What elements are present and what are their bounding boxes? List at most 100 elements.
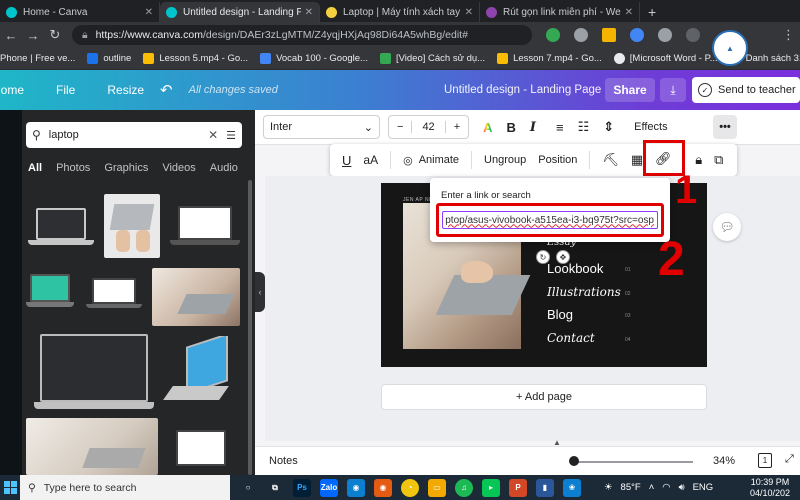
menu-item-blog[interactable]: Blog bbox=[547, 307, 573, 322]
collapse-panel-icon[interactable]: ‹ bbox=[255, 272, 265, 312]
tab-videos[interactable]: Videos bbox=[162, 162, 195, 174]
laptop-result-thumbnail[interactable] bbox=[26, 204, 96, 254]
powerpoint-icon[interactable]: P bbox=[509, 478, 527, 497]
tab-all[interactable]: All bbox=[28, 162, 42, 174]
more-options-button[interactable]: ••• bbox=[713, 115, 737, 139]
close-tab-icon[interactable]: ✕ bbox=[145, 7, 153, 18]
animate-button[interactable]: Animate bbox=[419, 154, 459, 166]
menu-item-contact[interactable]: Contact bbox=[547, 331, 595, 345]
back-icon[interactable]: ← bbox=[0, 28, 22, 43]
add-comment-icon[interactable]: 💬︎ bbox=[713, 213, 741, 241]
bookmark-item[interactable]: [Video] Cách sử dụ... bbox=[379, 53, 485, 64]
close-tab-icon[interactable]: ✕ bbox=[625, 7, 633, 18]
file-explorer-icon[interactable]: ▭ bbox=[428, 478, 446, 497]
new-tab-button[interactable]: + bbox=[640, 2, 664, 22]
duplicate-icon[interactable]: ⧉ bbox=[714, 152, 723, 168]
avatar[interactable]: ▲ bbox=[712, 30, 748, 66]
close-tab-icon[interactable]: ✕ bbox=[305, 7, 313, 18]
effects-button[interactable]: Effects bbox=[634, 121, 667, 133]
home-button[interactable]: Home bbox=[0, 83, 24, 97]
undo-icon[interactable]: ↶ bbox=[160, 81, 173, 99]
file-menu-button[interactable]: File bbox=[56, 83, 75, 97]
font-size-input[interactable]: 42 bbox=[411, 121, 446, 133]
laptop-result-thumbnail[interactable] bbox=[170, 202, 242, 254]
edge-icon[interactable]: ◉ bbox=[347, 478, 365, 497]
spacing-icon[interactable]: ⇕ bbox=[603, 119, 614, 135]
search-input[interactable]: ⚲ laptop ✕ ☰ bbox=[26, 122, 242, 148]
zoom-slider-handle[interactable] bbox=[569, 456, 579, 466]
puzzle-icon[interactable] bbox=[658, 28, 672, 42]
bookmark-item[interactable]: Vocab 100 - Google... bbox=[260, 53, 368, 64]
taskbar-search-input[interactable]: ⚲ Type here to search bbox=[20, 475, 230, 500]
decrease-size-button[interactable]: − bbox=[389, 121, 411, 133]
weather-temp[interactable]: 85°F bbox=[621, 482, 641, 493]
menu-item-illustrations[interactable]: Illustrations bbox=[547, 285, 621, 299]
browser-tab-home[interactable]: Home - Canva ✕ bbox=[0, 2, 160, 22]
extension-icon[interactable] bbox=[574, 28, 588, 42]
fullscreen-icon[interactable]: ⤢ bbox=[785, 453, 794, 466]
page-count-button[interactable]: 1 bbox=[758, 453, 772, 468]
close-tab-icon[interactable]: ✕ bbox=[465, 7, 473, 18]
zalo-icon[interactable]: Zalo bbox=[320, 478, 338, 497]
word-icon[interactable]: ▮ bbox=[536, 478, 554, 497]
laptop-photo-result-thumbnail[interactable] bbox=[152, 268, 240, 326]
letter-case-button[interactable]: aA bbox=[363, 153, 378, 167]
chrome-icon[interactable]: ◔ bbox=[401, 478, 419, 497]
panel-scrollbar[interactable] bbox=[248, 180, 252, 475]
extension-icon[interactable] bbox=[602, 28, 616, 42]
taskbar-clock[interactable]: 10:39 PM 04/10/202 bbox=[750, 477, 790, 499]
forward-icon[interactable]: → bbox=[22, 28, 44, 43]
italic-button[interactable]: I bbox=[530, 120, 536, 135]
bookmark-item[interactable]: Lesson 5.mp4 - Go... bbox=[143, 53, 248, 64]
bookmark-item[interactable]: Phone | Free ve... bbox=[0, 53, 75, 64]
bookmark-item[interactable]: outline bbox=[87, 53, 131, 64]
extension-icon[interactable] bbox=[630, 28, 644, 42]
lock-icon[interactable]: 🔒︎ bbox=[695, 152, 702, 168]
browser-tab-laptop[interactable]: Laptop | Máy tính xách tay mua ✕ bbox=[320, 2, 480, 22]
link-input[interactable]: ptop/asus-vivobook-a515ea-i3-bq975t?src=… bbox=[442, 211, 658, 229]
language-indicator[interactable]: ENG bbox=[693, 482, 714, 493]
text-color-icon[interactable]: A bbox=[483, 120, 492, 135]
volume-icon[interactable]: 🔊︎ bbox=[679, 482, 685, 493]
reload-icon[interactable]: ↻ bbox=[44, 27, 66, 43]
bold-button[interactable]: B bbox=[507, 120, 516, 135]
list-icon[interactable]: ☷ bbox=[578, 119, 590, 135]
laptop-photo-result-thumbnail[interactable] bbox=[26, 418, 158, 475]
app-icon[interactable]: ◉ bbox=[374, 478, 392, 497]
task-view-icon[interactable]: ⧉ bbox=[266, 478, 284, 497]
browser-tab-shortlink[interactable]: Rút gọn link miễn phí - Web rút ✕ bbox=[480, 2, 640, 22]
wifi-icon[interactable]: ◠ bbox=[662, 482, 670, 493]
line-icon[interactable]: ▸ bbox=[482, 478, 500, 497]
laptop-hands-result-thumbnail[interactable] bbox=[104, 194, 160, 258]
tab-audio[interactable]: Audio bbox=[210, 162, 238, 174]
document-title[interactable]: Untitled design - Landing Page bbox=[444, 84, 601, 96]
link-icon[interactable]: 🔗︎ bbox=[655, 151, 672, 167]
send-to-teacher-button[interactable]: ✓ Send to teacher bbox=[692, 77, 800, 103]
extension-icon[interactable] bbox=[546, 28, 560, 42]
windows-start-icon[interactable] bbox=[0, 475, 20, 500]
clear-icon[interactable]: ✕ bbox=[208, 128, 218, 142]
ungroup-button[interactable]: Ungroup bbox=[484, 154, 526, 166]
tab-graphics[interactable]: Graphics bbox=[104, 162, 148, 174]
zoom-slider[interactable] bbox=[573, 461, 693, 463]
share-button[interactable]: Share bbox=[605, 78, 655, 102]
spotify-icon[interactable]: ♫ bbox=[455, 478, 473, 497]
notes-button[interactable]: Notes bbox=[269, 455, 298, 467]
tab-photos[interactable]: Photos bbox=[56, 162, 90, 174]
add-page-button[interactable]: + Add page bbox=[381, 384, 707, 410]
move-icon[interactable]: ✥ bbox=[556, 250, 570, 264]
weather-icon[interactable]: ☀ bbox=[604, 482, 613, 493]
app-icon[interactable]: ❀ bbox=[563, 478, 581, 497]
browser-tab-untitled-design[interactable]: Untitled design - Landing Page ✕ bbox=[160, 2, 320, 22]
laptop-result-thumbnail[interactable] bbox=[86, 276, 142, 316]
chevron-up-icon[interactable]: ˄ bbox=[649, 482, 655, 493]
laptop-result-thumbnail[interactable] bbox=[34, 332, 154, 416]
laptop-angled-result-thumbnail[interactable] bbox=[162, 336, 238, 410]
paint-roller-icon[interactable]: ⛏︎ bbox=[602, 152, 619, 168]
zoom-level[interactable]: 34% bbox=[713, 455, 735, 467]
laptop-result-thumbnail[interactable] bbox=[170, 428, 232, 475]
cortana-icon[interactable]: ○ bbox=[239, 478, 257, 497]
extension-icon[interactable] bbox=[686, 28, 700, 42]
transparency-icon[interactable]: ▦ bbox=[631, 152, 643, 168]
browser-menu-icon[interactable]: ⋮ bbox=[782, 27, 795, 43]
